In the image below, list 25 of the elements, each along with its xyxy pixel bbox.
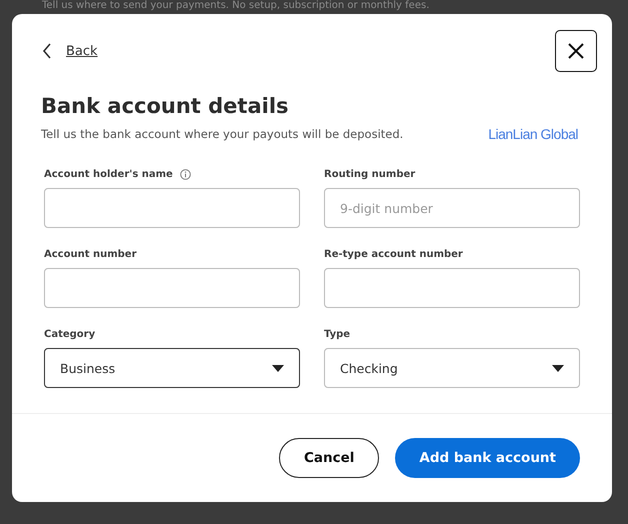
dropdown[interactable]: Business [44,348,300,388]
partner-logo: LianLian Global [488,126,578,142]
input-field[interactable]: 9-digit number [324,188,580,228]
field-label: Account holder's name [44,168,173,180]
field-label: Type [324,328,350,340]
close-button[interactable] [555,30,597,72]
caret-icon [552,364,564,372]
dialog-subtitle: Tell us the bank account where your payouts will be deposited. [41,127,404,141]
dropdown[interactable]: Checking [324,348,580,388]
input-field[interactable] [44,188,300,228]
caret-icon [272,364,284,372]
info-icon[interactable] [180,168,191,180]
add-button[interactable]: Add bank account [395,438,580,478]
input-field[interactable] [44,268,300,308]
back-link[interactable]: Back [42,43,98,59]
chevron-left-icon [42,43,52,59]
input-field[interactable] [324,268,580,308]
field-label: Category [44,328,96,340]
cancel-button[interactable]: Cancel [278,438,380,478]
field-label: Re-type account number [324,248,463,260]
field-label: Routing number [324,168,416,180]
close-icon [567,42,585,60]
dialog-title: Bank account details [40,93,290,118]
field-label: Account number [44,248,136,260]
backdrop-text: Tell us where to send your payments. No setup, subscription or monthly fees. [41,0,430,12]
